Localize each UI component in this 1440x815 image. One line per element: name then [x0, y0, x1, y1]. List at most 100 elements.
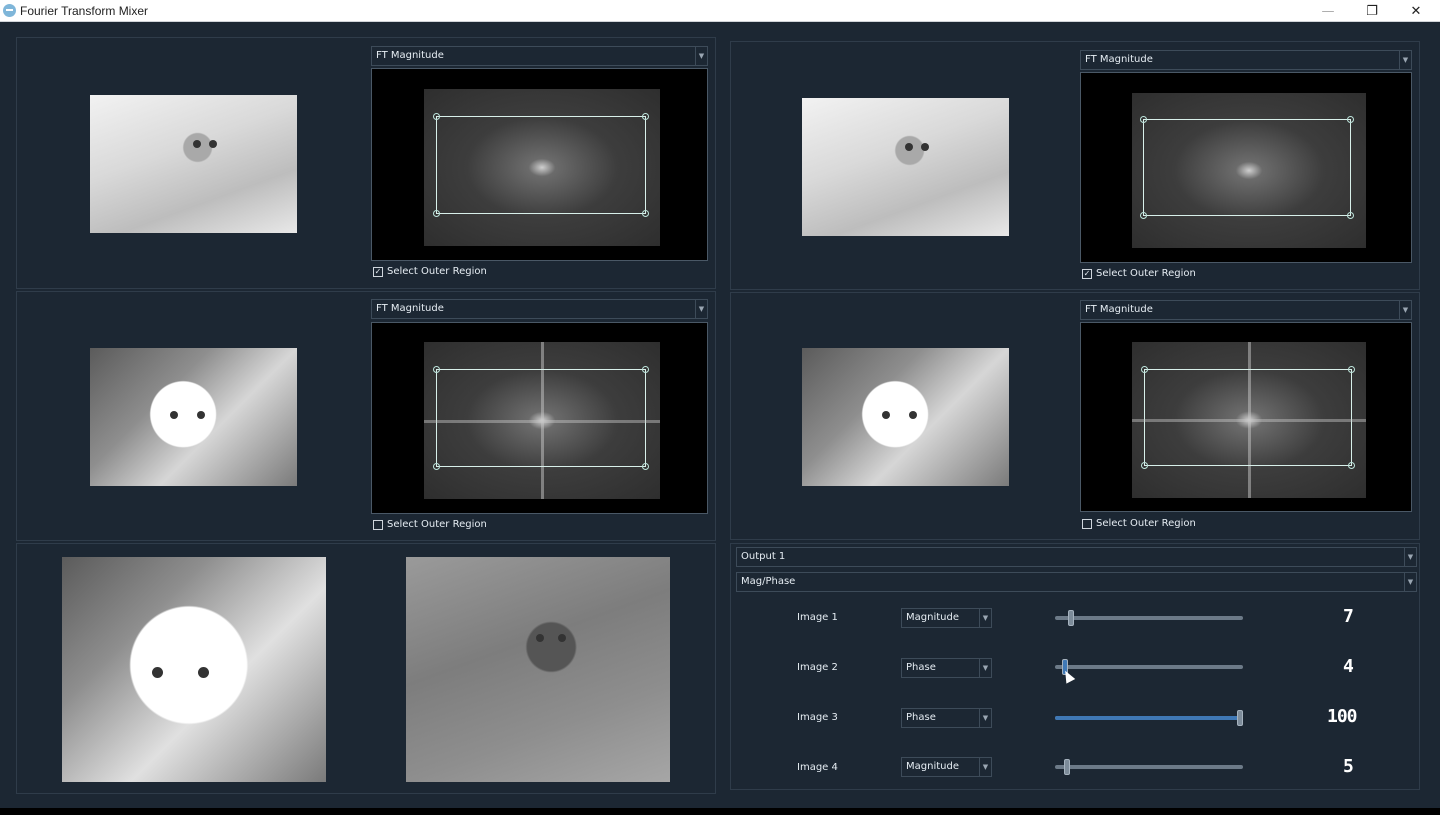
image-viewer-2: FT Magnitude ▼ ✓ Select Outer Region	[730, 41, 1420, 290]
mixer-component-value: Magnitude	[906, 761, 959, 772]
checkbox-icon[interactable]	[1082, 518, 1092, 529]
roi-handle[interactable]	[1347, 116, 1354, 123]
output-select-value: Output 1	[741, 551, 786, 562]
checkbox-label: Select Outer Region	[1096, 268, 1196, 279]
output-image-2	[406, 557, 670, 782]
cat-eye	[193, 140, 201, 148]
mixer-component-value: Phase	[906, 662, 936, 673]
component-select-value: FT Magnitude	[1085, 54, 1153, 65]
dropdown-arrow-icon: ▼	[979, 709, 991, 727]
dropdown-arrow-icon: ▼	[1404, 573, 1416, 591]
roi-handle[interactable]	[1347, 212, 1354, 219]
mixer-component-select[interactable]: Phase ▼	[901, 658, 992, 678]
cat-eye	[921, 143, 929, 151]
mode-select-value: Mag/Phase	[741, 576, 796, 587]
slider-handle[interactable]	[1068, 610, 1074, 626]
ft-view-2[interactable]	[1080, 72, 1412, 263]
outer-region-checkbox-3[interactable]: Select Outer Region	[373, 519, 487, 530]
cat-eye	[209, 140, 217, 148]
slider-handle[interactable]	[1064, 759, 1070, 775]
checkbox-icon[interactable]: ✓	[373, 266, 383, 277]
outer-region-checkbox-2[interactable]: ✓ Select Outer Region	[1082, 268, 1196, 279]
weight-slider[interactable]	[1055, 610, 1243, 626]
mixer-component-select[interactable]: Phase ▼	[901, 708, 992, 728]
mode-select[interactable]: Mag/Phase ▼	[736, 572, 1417, 592]
cat-eye	[152, 667, 163, 678]
weight-slider[interactable]	[1055, 710, 1243, 726]
roi-handle[interactable]	[433, 210, 440, 217]
ft-view-1[interactable]	[371, 68, 708, 261]
input-image-2[interactable]	[802, 98, 1009, 236]
weight-slider[interactable]	[1055, 759, 1243, 775]
roi-handle[interactable]	[433, 113, 440, 120]
component-select-value: FT Magnitude	[376, 303, 444, 314]
checkbox-label: Select Outer Region	[387, 519, 487, 530]
slider-track	[1055, 665, 1243, 669]
dropdown-arrow-icon: ▼	[695, 300, 707, 318]
ft-magnitude-image	[1132, 342, 1366, 498]
component-select-2[interactable]: FT Magnitude ▼	[1080, 50, 1412, 70]
input-image-1[interactable]	[90, 95, 297, 233]
component-select-3[interactable]: FT Magnitude ▼	[371, 299, 708, 319]
checkbox-label: Select Outer Region	[387, 266, 487, 277]
roi-handle[interactable]	[1348, 462, 1355, 469]
cat-eye	[198, 667, 209, 678]
roi-handle[interactable]	[1140, 116, 1147, 123]
weight-slider[interactable]	[1055, 659, 1243, 675]
weight-display: 5	[1343, 756, 1354, 777]
weight-display: 100	[1327, 706, 1357, 727]
region-selector[interactable]	[433, 113, 649, 217]
input-image-3[interactable]	[90, 348, 297, 486]
roi-handle[interactable]	[1348, 366, 1355, 373]
component-select-4[interactable]: FT Magnitude ▼	[1080, 300, 1412, 320]
mixer-row-label: Image 3	[797, 712, 838, 723]
roi-handle[interactable]	[1141, 462, 1148, 469]
roi-handle[interactable]	[433, 366, 440, 373]
bottom-edge	[0, 808, 1440, 815]
mixer-component-value: Phase	[906, 712, 936, 723]
component-select-1[interactable]: FT Magnitude ▼	[371, 46, 708, 66]
weight-display: 7	[1343, 606, 1354, 627]
input-image-4[interactable]	[802, 348, 1009, 486]
output-select[interactable]: Output 1 ▼	[736, 547, 1417, 567]
slider-handle[interactable]	[1237, 710, 1243, 726]
ft-view-4[interactable]	[1080, 322, 1412, 512]
window-title: Fourier Transform Mixer	[20, 4, 149, 18]
dropdown-arrow-icon: ▼	[979, 609, 991, 627]
mixer-row-label: Image 2	[797, 662, 838, 673]
image-viewer-1: FT Magnitude ▼ ✓ Select Outer Region	[16, 37, 716, 289]
title-bar: Fourier Transform Mixer — ❐ ✕	[0, 0, 1440, 22]
ft-view-3[interactable]	[371, 322, 708, 514]
cat-eye	[558, 634, 566, 642]
outer-region-checkbox-1[interactable]: ✓ Select Outer Region	[373, 266, 487, 277]
mixer-row-label: Image 4	[797, 762, 838, 773]
cat-eye	[170, 411, 178, 419]
cat-eye	[536, 634, 544, 642]
close-button[interactable]: ✕	[1394, 0, 1438, 22]
roi-handle[interactable]	[642, 210, 649, 217]
output-panel	[16, 543, 716, 794]
image-viewer-4: FT Magnitude ▼ Select Outer Region	[730, 292, 1420, 540]
dropdown-arrow-icon: ▼	[979, 758, 991, 776]
roi-handle[interactable]	[1141, 366, 1148, 373]
maximize-button[interactable]: ❐	[1350, 0, 1394, 22]
dropdown-arrow-icon: ▼	[695, 47, 707, 65]
minimize-button[interactable]: —	[1306, 0, 1350, 22]
roi-handle[interactable]	[642, 366, 649, 373]
dropdown-arrow-icon: ▼	[1399, 301, 1411, 319]
region-selector[interactable]	[433, 366, 649, 470]
roi-handle[interactable]	[433, 463, 440, 470]
roi-handle[interactable]	[642, 463, 649, 470]
mixer-component-select[interactable]: Magnitude ▼	[901, 608, 992, 628]
region-selector[interactable]	[1141, 366, 1355, 469]
region-selector[interactable]	[1140, 116, 1354, 219]
checkbox-icon[interactable]	[373, 519, 383, 530]
roi-handle[interactable]	[642, 113, 649, 120]
ft-magnitude-image	[1132, 93, 1366, 248]
mixer-component-select[interactable]: Magnitude ▼	[901, 757, 992, 777]
outer-region-checkbox-4[interactable]: Select Outer Region	[1082, 518, 1196, 529]
cat-eye	[905, 143, 913, 151]
roi-handle[interactable]	[1140, 212, 1147, 219]
checkbox-icon[interactable]: ✓	[1082, 268, 1092, 279]
mixer-row-label: Image 1	[797, 612, 838, 623]
